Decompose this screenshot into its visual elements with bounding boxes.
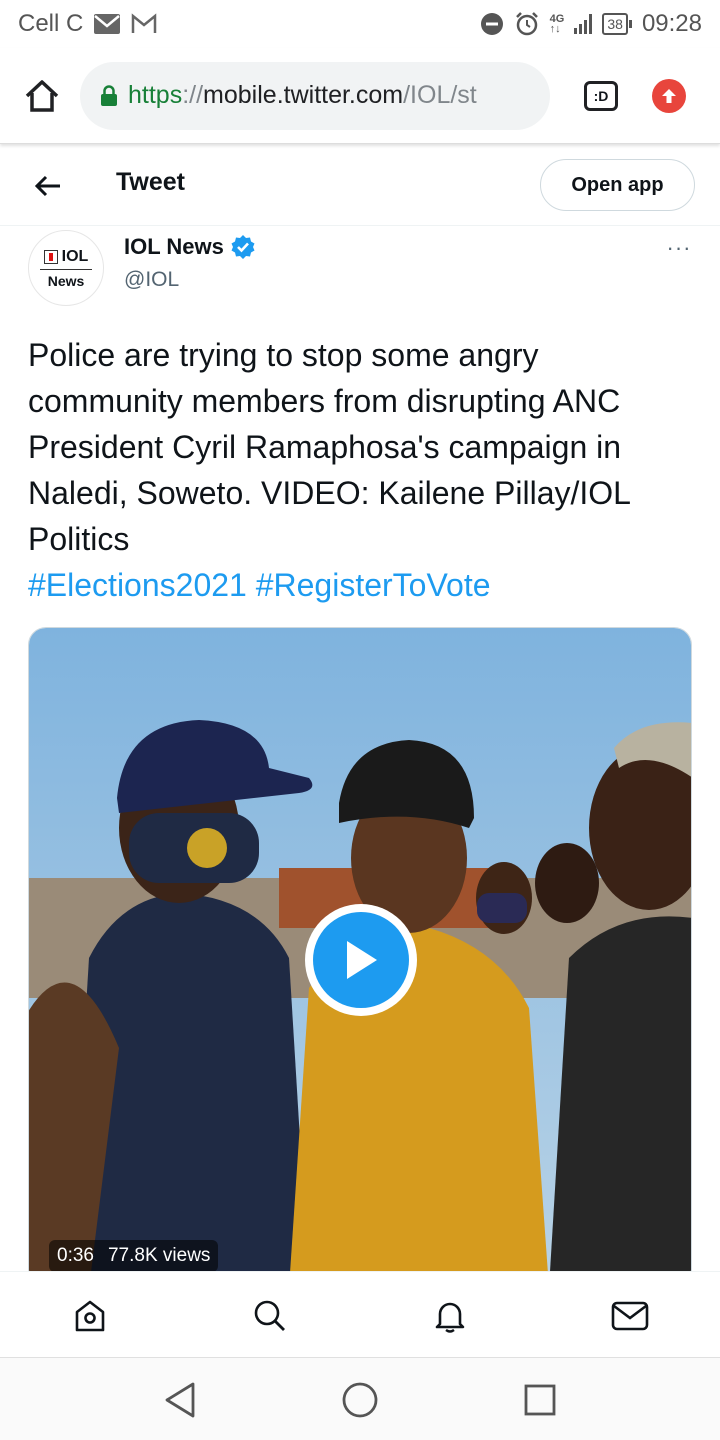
android-back-button[interactable] xyxy=(158,1378,202,1422)
android-nav-bar xyxy=(0,1357,720,1440)
author-name-label: IOL News xyxy=(124,234,224,259)
android-recents-button[interactable] xyxy=(518,1378,562,1422)
author-name[interactable]: IOL News xyxy=(124,234,256,260)
avatar-text-bottom: News xyxy=(47,272,85,289)
clock: 09:28 xyxy=(641,10,702,37)
url-scheme: https xyxy=(128,81,183,109)
bottom-nav xyxy=(0,1271,720,1357)
bell-icon xyxy=(435,1302,465,1333)
battery-level: 38 xyxy=(602,13,628,35)
tweet-body: Police are trying to stop some angry com… xyxy=(28,337,630,557)
nav-home[interactable] xyxy=(68,1294,112,1338)
status-left: Cell C xyxy=(18,10,157,38)
tab-switcher-button[interactable]: :D xyxy=(584,80,618,111)
play-icon xyxy=(347,941,377,979)
url-path: /IOL/st xyxy=(403,81,477,109)
lock-icon xyxy=(100,84,118,107)
status-right: 4G ↑↓ 38 09:28 xyxy=(480,10,702,38)
network-type-label: 4G ↑↓ xyxy=(549,13,565,35)
search-icon xyxy=(254,1300,285,1331)
verified-badge-icon xyxy=(230,234,256,260)
back-button[interactable] xyxy=(30,168,66,204)
more-options-button[interactable]: ··· xyxy=(664,235,694,260)
iol-logo-icon xyxy=(43,249,58,264)
play-button[interactable] xyxy=(305,904,417,1016)
square-recents-icon xyxy=(524,1384,556,1416)
signal-icon xyxy=(574,14,593,34)
avatar-text-top: IOL xyxy=(61,247,89,265)
alarm-icon xyxy=(514,11,540,37)
home-button[interactable] xyxy=(14,68,70,124)
author-handle[interactable]: @IOL xyxy=(124,268,179,292)
url-separator: :// xyxy=(182,81,204,109)
url-bar[interactable]: https://mobile.twitter.com/IOL/st xyxy=(80,61,550,130)
triangle-back-icon xyxy=(165,1382,195,1418)
video-player[interactable]: 0:36 77.8K views xyxy=(28,627,692,1287)
tweet-text: Police are trying to stop some angry com… xyxy=(28,332,692,608)
page-title: Tweet xyxy=(116,168,185,196)
home-icon xyxy=(25,79,59,112)
circle-home-icon xyxy=(342,1382,378,1418)
open-app-button[interactable]: Open app xyxy=(540,159,695,211)
dnd-icon xyxy=(480,12,504,36)
mail-icon xyxy=(611,1301,649,1331)
arrow-up-icon xyxy=(662,88,676,103)
nav-search[interactable] xyxy=(248,1294,292,1338)
arrow-left-icon xyxy=(34,175,60,197)
nav-messages[interactable] xyxy=(608,1294,652,1338)
tab-switcher-label: :D xyxy=(593,87,609,104)
hashtag-link[interactable]: #RegisterToVote xyxy=(256,567,491,603)
mail-icon xyxy=(93,13,121,35)
home-icon xyxy=(75,1300,105,1332)
hashtags: #Elections2021 #RegisterToVote xyxy=(28,567,491,603)
status-bar: Cell C 4G ↑↓ 38 09:28 xyxy=(0,0,720,48)
battery-icon: 38 xyxy=(602,13,632,35)
video-views: 77.8K views xyxy=(107,1245,211,1266)
carrier-label: Cell C xyxy=(18,10,84,37)
gmail-icon xyxy=(131,13,157,35)
nav-notifications[interactable] xyxy=(428,1294,472,1338)
browser-toolbar: https://mobile.twitter.com/IOL/st :D xyxy=(0,48,720,144)
tweet-header: Tweet Open app xyxy=(0,150,720,226)
avatar[interactable]: IOL News xyxy=(28,230,104,306)
android-home-button[interactable] xyxy=(338,1378,382,1422)
hashtag-link[interactable]: #Elections2021 xyxy=(28,567,247,603)
url-host: mobile.twitter.com xyxy=(203,81,404,109)
video-meta: 0:36 77.8K views xyxy=(49,1240,219,1272)
update-menu-button[interactable] xyxy=(652,78,686,113)
video-duration: 0:36 xyxy=(57,1245,94,1266)
